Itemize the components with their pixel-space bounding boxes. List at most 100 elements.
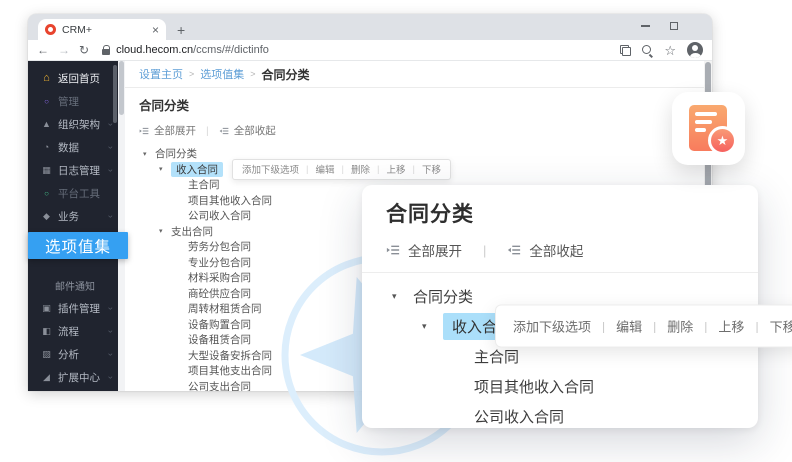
tree-action-button[interactable]: 编辑 bbox=[315, 162, 334, 176]
browser-tab[interactable]: CRM+ × bbox=[38, 19, 166, 40]
new-tab-button[interactable]: + bbox=[177, 23, 185, 37]
expand-all-button[interactable]: 全部展开 bbox=[154, 123, 196, 138]
sidebar-item[interactable]: 邮件通知 bbox=[28, 274, 118, 297]
tree-item-label: 项目其他收入合同 bbox=[474, 376, 594, 397]
minimize-icon[interactable] bbox=[641, 25, 650, 27]
collapse-all-icon bbox=[507, 243, 521, 257]
sidebar-item[interactable]: ◢扩展中心› bbox=[28, 366, 118, 389]
tree-item[interactable]: ▾收入合同添加下级选项|编辑|删除|上移|下移 bbox=[139, 162, 690, 178]
sidebar-item[interactable]: ▨分析› bbox=[28, 343, 118, 366]
tree-action-button[interactable]: 下移 bbox=[770, 317, 792, 336]
sidebar-item-icon: ○ bbox=[41, 190, 52, 198]
sidebar-item-option-sets[interactable]: 选项值集 bbox=[28, 232, 128, 259]
tree-item-label: 周转材租赁合同 bbox=[188, 301, 262, 316]
address-input[interactable]: cloud.hecom.cn/ccms/#/dictinfo bbox=[98, 44, 611, 56]
sidebar-item-icon: ◆ bbox=[41, 212, 52, 221]
tree-item[interactable]: 公司收入合同 bbox=[386, 401, 734, 431]
divider bbox=[362, 272, 758, 273]
tab-close-icon[interactable]: × bbox=[152, 24, 159, 36]
breadcrumb-option-sets[interactable]: 选项值集 bbox=[200, 66, 244, 82]
tree-item[interactable]: 项目其他收入合同 bbox=[386, 371, 734, 401]
breadcrumb: 设置主页 > 选项值集 > 合同分类 bbox=[125, 61, 704, 88]
collapse-all-button[interactable]: 全部收起 bbox=[529, 240, 583, 260]
sidebar-item-label: 日志管理 bbox=[58, 163, 103, 178]
bookmark-star-icon[interactable]: ☆ bbox=[664, 44, 676, 57]
sidebar-item[interactable]: ◔数据› bbox=[28, 136, 118, 159]
tree-toolbar: 全部展开 | 全部收起 bbox=[139, 123, 690, 138]
zoom-icon[interactable] bbox=[642, 45, 653, 56]
sidebar-item[interactable]: ⌂返回首页 bbox=[28, 67, 118, 90]
sidebar-item[interactable]: ◧流程› bbox=[28, 320, 118, 343]
tree-action-button[interactable]: 下移 bbox=[422, 162, 441, 176]
tree-item-label: 收入合同 bbox=[171, 162, 223, 177]
expand-all-button[interactable]: 全部展开 bbox=[408, 240, 462, 260]
sidebar-item[interactable]: ○管理 bbox=[28, 90, 118, 113]
profile-avatar[interactable] bbox=[687, 42, 703, 58]
tree-action-button[interactable]: 添加下级选项 bbox=[242, 162, 299, 176]
reload-icon[interactable]: ↻ bbox=[79, 44, 89, 56]
breadcrumb-current: 合同分类 bbox=[262, 66, 310, 83]
tree-action-button[interactable]: 添加下级选项 bbox=[513, 317, 591, 336]
expand-all-icon bbox=[386, 243, 400, 257]
tree-item-label: 设备租赁合同 bbox=[188, 332, 251, 347]
sidebar-scroll-thumb[interactable] bbox=[119, 61, 124, 115]
sidebar-item-label: 邮件通知 bbox=[55, 278, 112, 293]
tree-item-label: 公司支出合同 bbox=[188, 379, 251, 391]
chevron-down-icon: › bbox=[106, 307, 115, 310]
tree-item-label: 合同分类 bbox=[413, 286, 473, 307]
caret-down-icon: ▾ bbox=[159, 165, 171, 173]
action-separator: | bbox=[755, 319, 758, 333]
breadcrumb-separator: > bbox=[250, 69, 255, 79]
translate-icon[interactable] bbox=[620, 45, 631, 56]
toolbar-separator: | bbox=[483, 243, 486, 258]
action-separator: | bbox=[342, 164, 344, 175]
caret-down-icon: ▾ bbox=[143, 150, 155, 158]
sidebar-scrollbar[interactable] bbox=[113, 65, 117, 123]
tree-item-label: 专业分包合同 bbox=[188, 255, 251, 270]
tree-action-button[interactable]: 删除 bbox=[667, 317, 693, 336]
tree-action-button[interactable]: 删除 bbox=[351, 162, 370, 176]
action-separator: | bbox=[306, 164, 308, 175]
sidebar-item-label: 组织架构 bbox=[58, 117, 103, 132]
sidebar-item[interactable]: ▦日志管理› bbox=[28, 159, 118, 182]
collapse-all-icon bbox=[219, 126, 229, 136]
maximize-icon[interactable] bbox=[670, 22, 678, 30]
chevron-down-icon: › bbox=[106, 330, 115, 333]
sidebar-item[interactable]: ◆业务› bbox=[28, 205, 118, 228]
sidebar-item[interactable]: ○ 平台工具 bbox=[28, 182, 118, 205]
back-icon[interactable]: ← bbox=[37, 44, 49, 56]
sidebar-menu: ⌂返回首页○管理▲组织架构›◔数据›▦日志管理›○平台工具◆业务›对象管理邮件通… bbox=[28, 67, 118, 389]
tree-item-label: 材料采购合同 bbox=[188, 270, 251, 285]
overlay-panel: 合同分类 全部展开 | 全部收起 ▾合同分类▾收入合同添加下级选项|编辑|删除|… bbox=[362, 185, 758, 428]
sidebar-item-label: 数据 bbox=[58, 140, 103, 155]
tab-title: CRM+ bbox=[62, 24, 146, 36]
option-set-feature-card: ★ bbox=[672, 92, 745, 165]
tree-action-button[interactable]: 上移 bbox=[386, 162, 405, 176]
caret-down-icon: ▾ bbox=[159, 227, 171, 235]
tree-action-button[interactable]: 编辑 bbox=[616, 317, 642, 336]
forward-icon[interactable]: → bbox=[58, 44, 70, 56]
chevron-down-icon: › bbox=[106, 169, 115, 172]
action-separator: | bbox=[704, 319, 707, 333]
page-title: 合同分类 bbox=[139, 95, 690, 114]
sidebar-item-label: 管理 bbox=[58, 94, 112, 109]
sidebar-item-label: 返回首页 bbox=[58, 71, 112, 86]
document-icon: ★ bbox=[689, 105, 727, 151]
tree-item[interactable]: ▾收入合同添加下级选项|编辑|删除|上移|下移 bbox=[386, 311, 734, 341]
window-controls bbox=[641, 14, 678, 38]
action-separator: | bbox=[653, 319, 656, 333]
chevron-down-icon: › bbox=[106, 123, 115, 126]
sidebar-item[interactable]: ▣插件管理› bbox=[28, 297, 118, 320]
tree-action-button[interactable]: 上移 bbox=[718, 317, 744, 336]
overlay-tree: ▾合同分类▾收入合同添加下级选项|编辑|删除|上移|下移主合同项目其他收入合同公… bbox=[386, 281, 734, 431]
breadcrumb-settings-home[interactable]: 设置主页 bbox=[139, 66, 183, 82]
urlbar-actions: ☆ bbox=[620, 42, 703, 58]
url-domain: cloud.hecom.cn bbox=[116, 44, 193, 56]
collapse-all-button[interactable]: 全部收起 bbox=[234, 123, 276, 138]
tree-item-label: 支出合同 bbox=[171, 224, 213, 239]
sidebar-item[interactable]: ▲组织架构› bbox=[28, 113, 118, 136]
action-separator: | bbox=[602, 319, 605, 333]
tree-item-label: 公司收入合同 bbox=[188, 208, 251, 223]
sidebar-item-label: 平台工具 bbox=[58, 186, 112, 201]
sidebar-item-label: 扩展中心 bbox=[58, 370, 103, 385]
